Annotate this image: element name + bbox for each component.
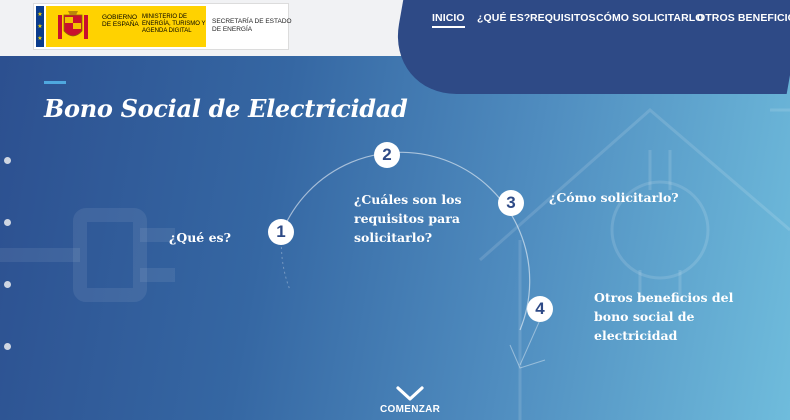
header-bar: ★ ★ ★ GOBIERNO DE ESPAÑA MINISTERIO DE E… (0, 0, 440, 56)
section-dot[interactable] (4, 281, 11, 288)
step-3-label[interactable]: ¿Cómo solicitarlo? (549, 188, 689, 207)
comenzar-button[interactable]: COMENZAR (380, 404, 440, 415)
nav-requisitos[interactable]: REQUISITOS (530, 12, 596, 24)
government-logo[interactable]: ★ ★ ★ GOBIERNO DE ESPAÑA MINISTERIO DE E… (33, 3, 292, 50)
secretariat-label: SECRETARÍA DE ESTADO DE ENERGÍA (212, 18, 292, 33)
coat-of-arms-icon (58, 11, 88, 39)
step-4-number[interactable]: 4 (527, 296, 553, 322)
logo-yellow-block: GOBIERNO DE ESPAÑA MINISTERIO DE ENERGÍA… (46, 6, 206, 47)
house-bulb-icon (479, 108, 790, 420)
step-1-label[interactable]: ¿Qué es? (169, 228, 249, 247)
page-title: Bono Social de Electricidad (44, 94, 408, 123)
section-dot[interactable] (4, 343, 11, 350)
section-dot[interactable] (4, 219, 11, 226)
nav-como-solicitarlo[interactable]: CÓMO SOLICITARLO (596, 12, 704, 24)
eu-flag-icon: ★ ★ ★ (36, 6, 44, 47)
step-2-number[interactable]: 2 (374, 142, 400, 168)
nav-que-es[interactable]: ¿QUÉ ES? (477, 12, 530, 24)
section-dot[interactable] (4, 157, 11, 164)
step-3-number[interactable]: 3 (498, 190, 524, 216)
nav-otros-beneficios[interactable]: OTROS BENEFICIOS (697, 12, 790, 24)
step-1-number[interactable]: 1 (268, 219, 294, 245)
nav-inicio[interactable]: INICIO (432, 12, 465, 24)
plug-icon (0, 208, 175, 302)
step-4-label[interactable]: Otros beneficios del bono social de elec… (594, 288, 744, 345)
nav-active-indicator (432, 26, 465, 28)
chevron-down-icon[interactable] (396, 386, 424, 402)
gov-label: GOBIERNO DE ESPAÑA (102, 14, 139, 28)
title-accent-line (44, 81, 66, 84)
arrow-down-icon (509, 319, 546, 369)
ministry-label: MINISTERIO DE ENERGÍA, TURISMO Y AGENDA … (142, 14, 206, 34)
step-2-label[interactable]: ¿Cuáles son los requisitos para solicita… (354, 190, 474, 247)
